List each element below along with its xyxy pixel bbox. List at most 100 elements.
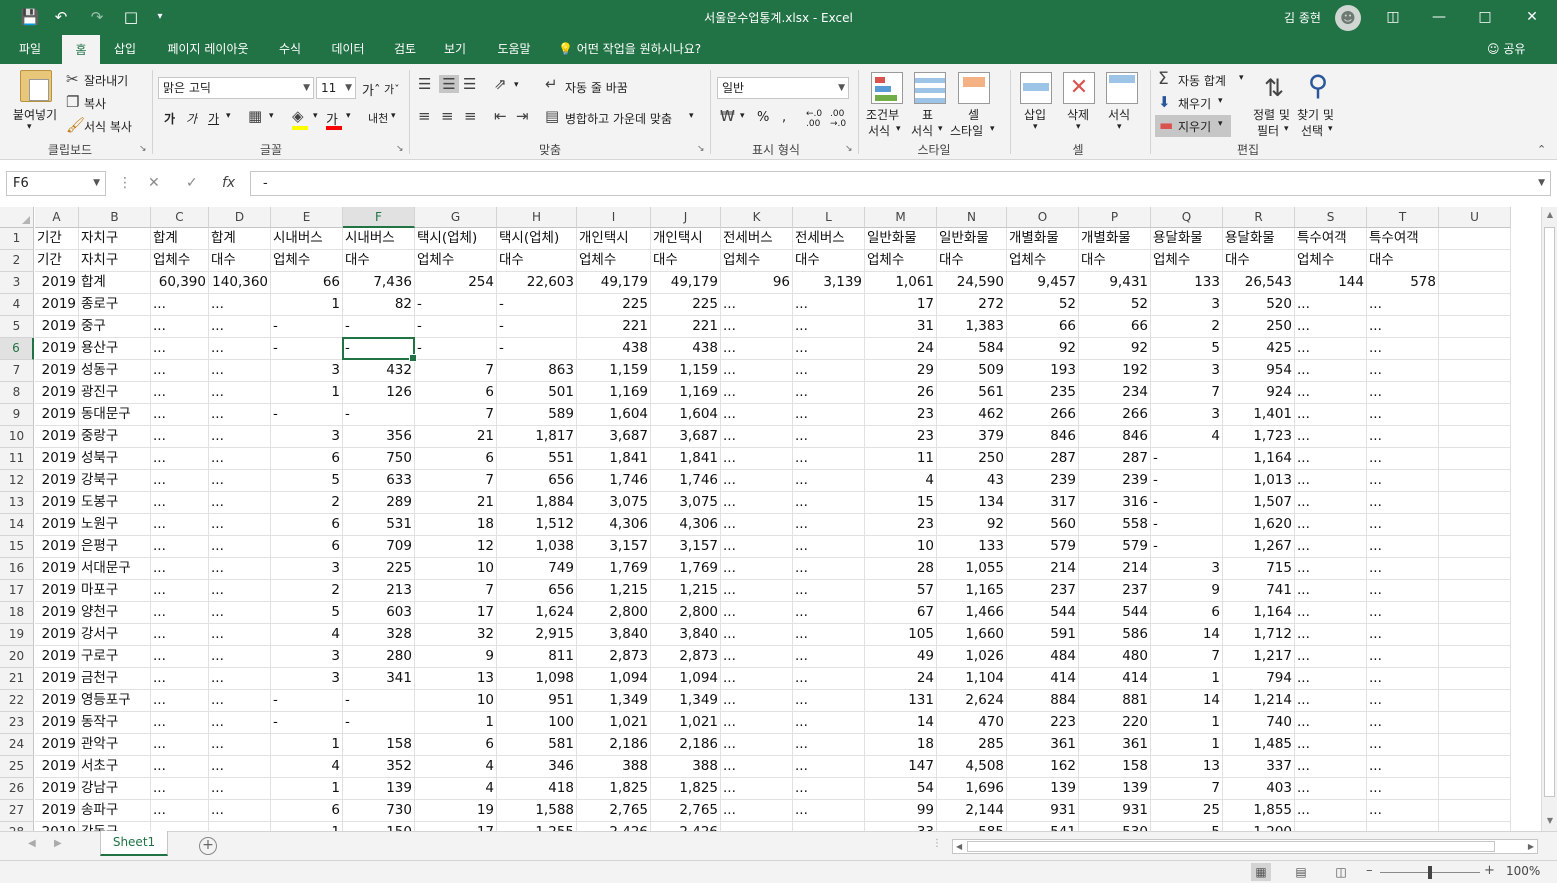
scroll-down-icon[interactable]: ▼ [1542, 813, 1557, 829]
cell-g27[interactable]: 19 [415, 800, 497, 822]
cell-p27[interactable]: 931 [1079, 800, 1151, 822]
cell-s14[interactable]: ... [1295, 514, 1367, 536]
row-header[interactable]: 13 [0, 492, 34, 514]
customize-icon[interactable]: ▾ [149, 7, 171, 27]
cell-f7[interactable]: 432 [343, 360, 415, 382]
cell-d13[interactable]: ... [209, 492, 271, 514]
cell-r28[interactable]: 1,200 [1223, 822, 1295, 831]
cell-t11[interactable]: ... [1367, 448, 1439, 470]
column-header-f[interactable]: F [343, 207, 415, 228]
cell-l12[interactable]: ... [793, 470, 865, 492]
cell-r9[interactable]: 1,401 [1223, 404, 1295, 426]
column-header-t[interactable]: T [1367, 207, 1439, 228]
cell-q4[interactable]: 3 [1151, 294, 1223, 316]
cell-h20[interactable]: 811 [497, 646, 577, 668]
cell-g26[interactable]: 4 [415, 778, 497, 800]
cell-d1[interactable]: 합계 [209, 228, 271, 250]
cell-l21[interactable]: ... [793, 668, 865, 690]
cell-t12[interactable]: ... [1367, 470, 1439, 492]
cell-e27[interactable]: 6 [271, 800, 343, 822]
cell-j11[interactable]: 1,841 [651, 448, 721, 470]
cell-q12[interactable]: - [1151, 470, 1223, 492]
cell-a17[interactable]: 2019 [35, 580, 79, 602]
cell-q22[interactable]: 14 [1151, 690, 1223, 712]
zoom-in-icon[interactable]: + [1484, 863, 1495, 878]
cell-f8[interactable]: 126 [343, 382, 415, 404]
cell-j13[interactable]: 3,075 [651, 492, 721, 514]
cell-q24[interactable]: 1 [1151, 734, 1223, 756]
cell-h10[interactable]: 1,817 [497, 426, 577, 448]
cell-t13[interactable]: ... [1367, 492, 1439, 514]
cell-u11[interactable] [1439, 448, 1511, 470]
cell-u6[interactable] [1439, 338, 1511, 360]
cell-q25[interactable]: 13 [1151, 756, 1223, 778]
bold-icon[interactable]: 가 [164, 110, 175, 127]
cell-u13[interactable] [1439, 492, 1511, 514]
cell-u14[interactable] [1439, 514, 1511, 536]
cell-a26[interactable]: 2019 [35, 778, 79, 800]
ribbon-display-icon[interactable]: ◫ [1370, 0, 1416, 34]
cell-r18[interactable]: 1,164 [1223, 602, 1295, 624]
cell-c14[interactable]: ... [151, 514, 209, 536]
cell-c25[interactable]: ... [151, 756, 209, 778]
cell-e24[interactable]: 1 [271, 734, 343, 756]
decrease-decimal-icon[interactable]: .00 →.0 [830, 109, 846, 129]
next-sheet-icon[interactable]: ▶ [54, 838, 62, 849]
cell-g19[interactable]: 32 [415, 624, 497, 646]
cell-q15[interactable]: - [1151, 536, 1223, 558]
row-header[interactable]: 28 [0, 822, 34, 831]
cell-i22[interactable]: 1,349 [577, 690, 651, 712]
cut-icon[interactable]: ✂ [66, 70, 79, 88]
cell-f10[interactable]: 356 [343, 426, 415, 448]
cell-a27[interactable]: 2019 [35, 800, 79, 822]
cell-k25[interactable]: ... [721, 756, 793, 778]
cell-f22[interactable]: - [343, 690, 415, 712]
cell-r21[interactable]: 794 [1223, 668, 1295, 690]
cell-c10[interactable]: ... [151, 426, 209, 448]
cell-a22[interactable]: 2019 [35, 690, 79, 712]
cell-c9[interactable]: ... [151, 404, 209, 426]
undo-icon[interactable]: ↶ [50, 7, 72, 27]
cell-o5[interactable]: 66 [1007, 316, 1079, 338]
cell-o15[interactable]: 579 [1007, 536, 1079, 558]
cell-f13[interactable]: 289 [343, 492, 415, 514]
merge-center-button[interactable]: 병합하고 가운데 맞춤 [565, 110, 672, 127]
row-header[interactable]: 24 [0, 734, 34, 756]
cell-m6[interactable]: 24 [865, 338, 937, 360]
phonetic-guide-icon[interactable]: 내천 [368, 110, 388, 126]
cell-e14[interactable]: 6 [271, 514, 343, 536]
cell-s28[interactable]: ... [1295, 822, 1367, 831]
cell-h5[interactable]: - [497, 316, 577, 338]
cell-p21[interactable]: 414 [1079, 668, 1151, 690]
cell-n17[interactable]: 1,165 [937, 580, 1007, 602]
cell-s19[interactable]: ... [1295, 624, 1367, 646]
cell-q26[interactable]: 7 [1151, 778, 1223, 800]
cell-b3[interactable]: 합계 [79, 272, 151, 294]
cell-n14[interactable]: 92 [937, 514, 1007, 536]
cell-m24[interactable]: 18 [865, 734, 937, 756]
cell-r24[interactable]: 1,485 [1223, 734, 1295, 756]
cell-e7[interactable]: 3 [271, 360, 343, 382]
cell-i9[interactable]: 1,604 [577, 404, 651, 426]
insert-function-icon[interactable]: fx [222, 175, 235, 191]
chevron-down-icon[interactable]: ▾ [740, 111, 745, 121]
row-header[interactable]: 16 [0, 558, 34, 580]
cell-l18[interactable]: ... [793, 602, 865, 624]
cell-e16[interactable]: 3 [271, 558, 343, 580]
cell-q20[interactable]: 7 [1151, 646, 1223, 668]
cell-o10[interactable]: 846 [1007, 426, 1079, 448]
cell-h25[interactable]: 346 [497, 756, 577, 778]
cell-k22[interactable]: ... [721, 690, 793, 712]
cell-d6[interactable]: ... [209, 338, 271, 360]
cell-o21[interactable]: 414 [1007, 668, 1079, 690]
cell-p19[interactable]: 586 [1079, 624, 1151, 646]
font-size-select[interactable]: 11 ▼ [316, 77, 356, 99]
cell-i21[interactable]: 1,094 [577, 668, 651, 690]
wrap-text-button[interactable]: 자동 줄 바꿈 [565, 79, 628, 96]
column-header-p[interactable]: P [1079, 207, 1151, 228]
cell-m22[interactable]: 131 [865, 690, 937, 712]
cell-m7[interactable]: 29 [865, 360, 937, 382]
chevron-down-icon[interactable]: ▾ [269, 111, 274, 121]
cell-u7[interactable] [1439, 360, 1511, 382]
cell-t28[interactable]: ... [1367, 822, 1439, 831]
